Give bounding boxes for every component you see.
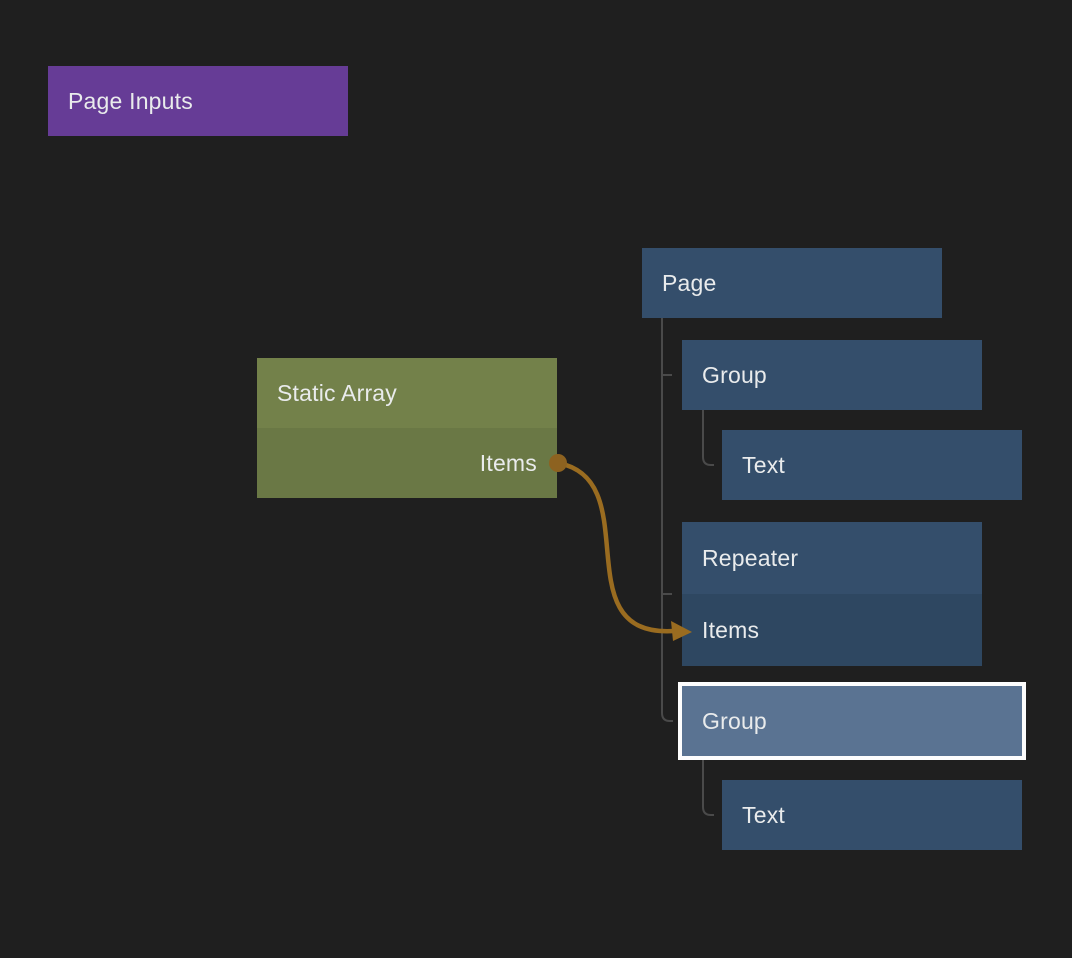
- page-inputs-label: Page Inputs: [68, 88, 193, 115]
- wire-static-array-to-repeater[interactable]: [549, 454, 692, 641]
- static-array-header[interactable]: Static Array: [257, 358, 557, 428]
- node-repeater[interactable]: Repeater Items: [682, 522, 982, 666]
- repeater-header[interactable]: Repeater: [682, 522, 982, 594]
- repeater-title: Repeater: [702, 545, 798, 572]
- repeater-input-label: Items: [702, 617, 759, 644]
- group-selected-label: Group: [702, 708, 767, 735]
- group-top-label: Group: [702, 362, 767, 389]
- static-array-output-label: Items: [480, 450, 537, 477]
- tree-line-text-bottom: [703, 760, 714, 815]
- tree-line-main: [662, 318, 673, 721]
- node-group-top[interactable]: Group: [682, 340, 982, 410]
- tree-line-text-top: [703, 410, 714, 465]
- page-label: Page: [662, 270, 717, 297]
- static-array-items-row[interactable]: Items: [257, 428, 557, 498]
- node-static-array[interactable]: Static Array Items: [257, 358, 557, 498]
- static-array-title: Static Array: [277, 380, 397, 407]
- text-bottom-label: Text: [742, 802, 785, 829]
- node-page[interactable]: Page: [642, 248, 942, 318]
- node-group-selected[interactable]: Group: [678, 682, 1026, 760]
- repeater-items-row[interactable]: Items: [682, 594, 982, 666]
- text-top-label: Text: [742, 452, 785, 479]
- node-page-inputs[interactable]: Page Inputs: [48, 66, 348, 136]
- flow-canvas[interactable]: Page Inputs Static Array Items Page Grou…: [0, 0, 1072, 958]
- wire-curve[interactable]: [558, 463, 674, 631]
- node-text-bottom[interactable]: Text: [722, 780, 1022, 850]
- node-text-top[interactable]: Text: [722, 430, 1022, 500]
